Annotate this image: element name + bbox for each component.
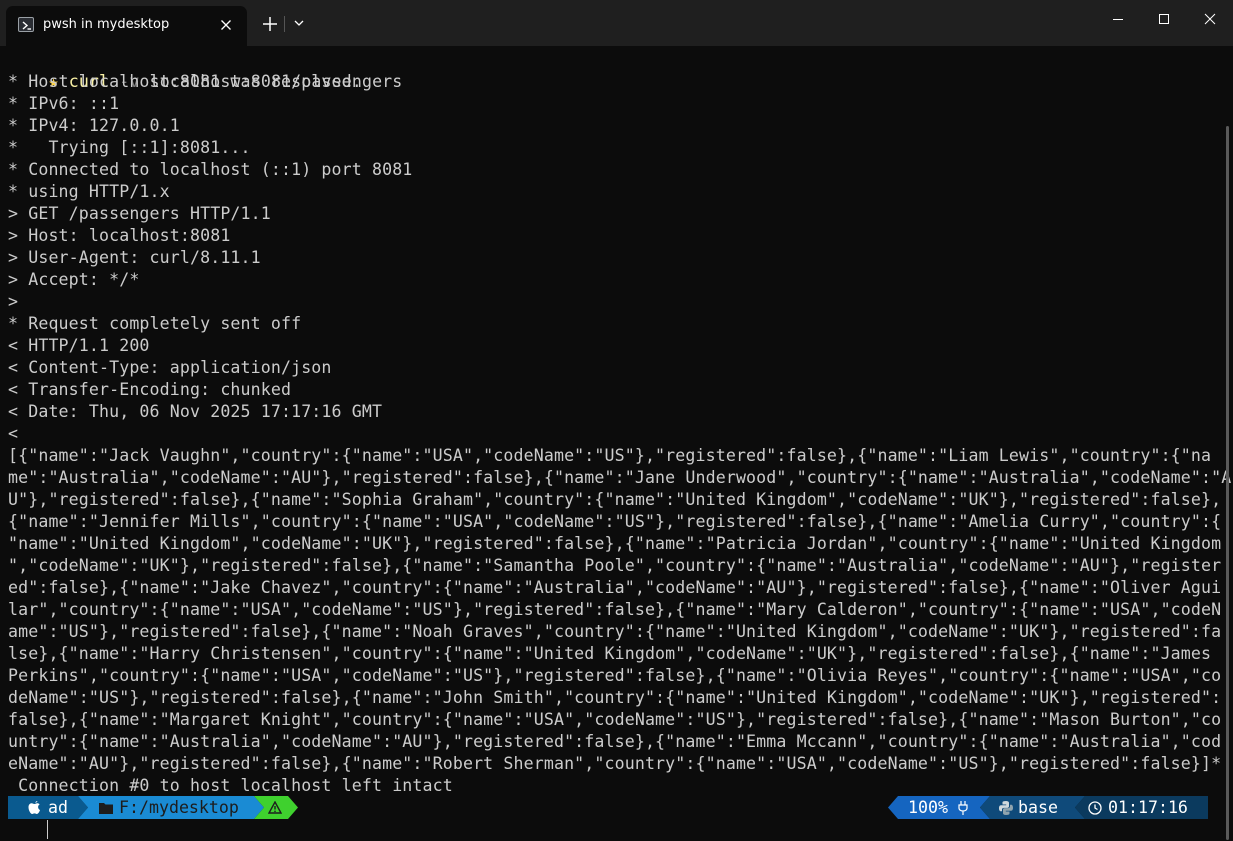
battery-segment: 100%: [908, 798, 948, 817]
output-line: >: [8, 292, 19, 311]
output-line: > User-Agent: curl/8.11.1: [8, 248, 261, 267]
minimize-icon: [1113, 19, 1123, 20]
title-bar: pwsh in mydesktop: [0, 0, 1233, 46]
output-line: ","codeName":"UK"},"registered":false},{…: [8, 556, 1222, 575]
output-line: * Request completely sent off: [8, 314, 302, 333]
text-cursor: [47, 820, 48, 839]
maximize-button[interactable]: [1141, 0, 1187, 40]
output-line: * IPv6: ::1: [8, 94, 120, 113]
chevron-down-icon[interactable]: [290, 14, 308, 32]
output-line: <: [8, 424, 19, 443]
output-line: < HTTP/1.1 200: [8, 336, 150, 355]
output-line: lse},{"name":"Harry Christensen","countr…: [8, 644, 1222, 663]
minimize-button[interactable]: [1095, 0, 1141, 40]
terminal-tab[interactable]: pwsh in mydesktop: [6, 6, 247, 46]
output-line: * using HTTP/1.x: [8, 182, 170, 201]
apple-icon: [28, 796, 41, 819]
output-line: * IPv4: 127.0.0.1: [8, 116, 180, 135]
close-window-button[interactable]: [1187, 0, 1233, 40]
output-line: [{"name":"Jack Vaughn","country":{"name"…: [8, 446, 1212, 465]
close-icon: [1204, 13, 1216, 25]
tab-title: pwsh in mydesktop: [43, 17, 170, 32]
powershell-icon: [18, 17, 34, 32]
time-segment: 01:17:16: [1108, 798, 1188, 817]
output-line: < Date: Thu, 06 Nov 2025 17:17:16 GMT: [8, 402, 383, 421]
scrollbar[interactable]: [1226, 126, 1229, 840]
output-line: Connection #0 to host localhost left int…: [8, 776, 453, 795]
output-line: < Transfer-Encoding: chunked: [8, 380, 292, 399]
close-tab-icon[interactable]: [218, 17, 234, 33]
tab-divider: [284, 16, 285, 32]
output-line: ed":false},{"name":"Jake Chavez","countr…: [8, 578, 1222, 597]
maximize-icon: [1159, 14, 1169, 24]
prompt-status-left: ad F:/mydesktop: [8, 796, 308, 819]
output-line: < Content-Type: application/json: [8, 358, 332, 377]
output-line: deName":"US"},"registered":false},{"name…: [8, 688, 1222, 707]
user-segment: ad: [48, 798, 68, 817]
output-line: > Host: localhost:8081: [8, 226, 231, 245]
output-line: * Connected to localhost (::1) port 8081: [8, 160, 413, 179]
output-line: me":"Australia","codeName":"AU"},"regist…: [8, 468, 1232, 487]
output-line: * Trying [::1]:8081...: [8, 138, 251, 157]
output-line: Perkins","country":{"name":"USA","codeNa…: [8, 666, 1222, 685]
clock-icon: [1088, 796, 1102, 819]
terminal-output[interactable]: ★ curl -v localhost:8081/passengers * Ho…: [0, 46, 1233, 841]
output-line: lar","country":{"name":"USA","codeName":…: [8, 600, 1222, 619]
python-icon: [999, 796, 1013, 819]
output-line: {"name":"Jennifer Mills","country":{"nam…: [8, 512, 1222, 531]
output-line: false},{"name":"Margaret Knight","countr…: [8, 710, 1222, 729]
plus-icon[interactable]: [258, 12, 282, 36]
env-segment: base: [1018, 798, 1058, 817]
output-line: > GET /passengers HTTP/1.1: [8, 204, 271, 223]
plug-icon: [958, 796, 968, 819]
next-prompt: ★: [8, 818, 38, 840]
output-line: > Accept: */*: [8, 270, 140, 289]
output-line: "name":"United Kingdom","codeName":"UK"}…: [8, 534, 1222, 553]
output-line: * Host localhost:8081 was resolved.: [8, 72, 362, 91]
warning-icon: [267, 796, 283, 819]
folder-icon: [99, 796, 113, 819]
output-line: ame":"US"},"registered":false},{"name":"…: [8, 622, 1222, 641]
path-segment: F:/mydesktop: [119, 798, 239, 817]
output-line: U"},"registered":false},{"name":"Sophia …: [8, 490, 1222, 509]
command-line: ★ curl -v localhost:8081/passengers: [8, 49, 402, 91]
output-line: eName":"AU"},"registered":false},{"name"…: [8, 754, 1222, 773]
output-line: untry":{"name":"Australia","codeName":"A…: [8, 732, 1222, 751]
prompt-status-right: 100% base 01:17:16: [888, 796, 1208, 819]
